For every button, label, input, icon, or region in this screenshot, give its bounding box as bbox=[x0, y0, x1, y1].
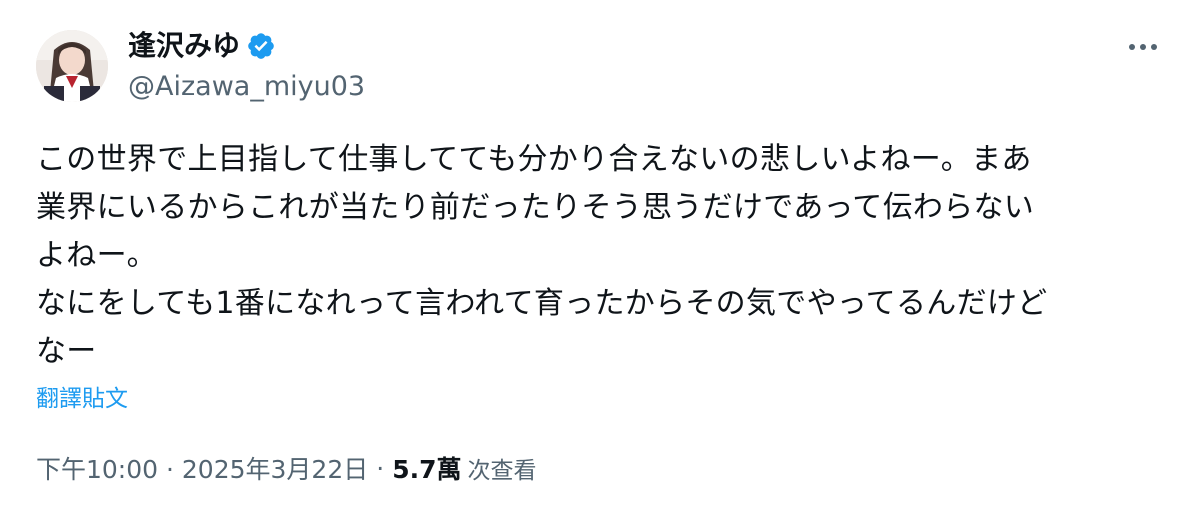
avatar[interactable] bbox=[36, 30, 108, 102]
tweet-text: この世界で上目指して仕事してても分かり合えないの悲しいよねー。まあ 業界にいるか… bbox=[36, 142, 1048, 369]
views-count: 5.7萬 bbox=[392, 455, 462, 484]
author-name-row: 逢沢みゆ bbox=[128, 28, 276, 64]
tweet-card: 逢沢みゆ @Aizawa_miyu03 この世界で上目指して仕事してても分かり合… bbox=[0, 0, 1192, 516]
timestamp-link[interactable]: 下午10:00 · 2025年3月22日 bbox=[36, 450, 368, 486]
author-display-name[interactable]: 逢沢みゆ bbox=[128, 28, 240, 64]
more-options-button[interactable] bbox=[1120, 30, 1166, 64]
meta-separator: · bbox=[376, 453, 385, 483]
avatar-image bbox=[36, 30, 108, 102]
verified-badge-icon[interactable] bbox=[246, 31, 276, 61]
more-options-icon bbox=[1129, 44, 1157, 50]
translate-post-link[interactable]: 翻譯貼文 bbox=[36, 383, 128, 415]
views-label: 次查看 bbox=[467, 458, 537, 484]
tweet-meta: 下午10:00 · 2025年3月22日 · 5.7萬 次查看 bbox=[36, 450, 536, 486]
author-handle[interactable]: @Aizawa_miyu03 bbox=[128, 70, 365, 104]
